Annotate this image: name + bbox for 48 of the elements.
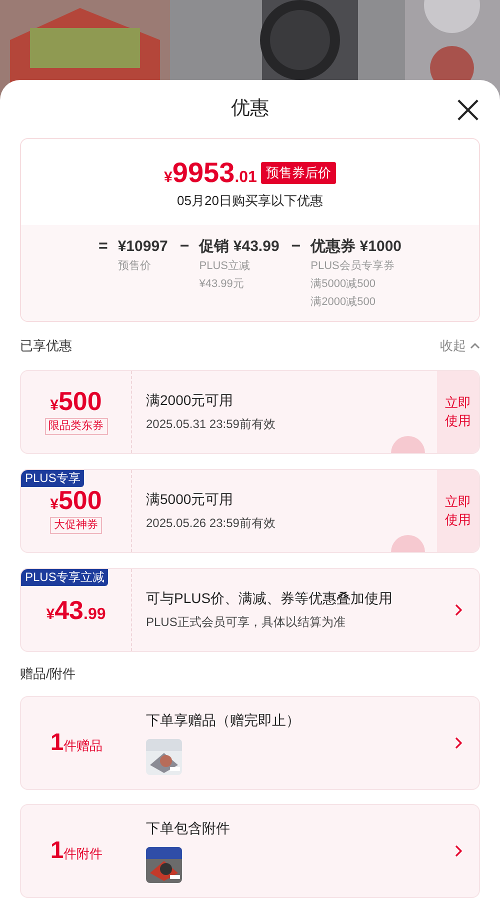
- sheet-title: 优惠: [231, 96, 269, 121]
- card-title: 下单包含附件: [146, 819, 231, 838]
- card-subtitle: 2025.05.26 23:59前有效: [146, 515, 276, 532]
- use-button[interactable]: 立即使用: [437, 370, 479, 452]
- operator: −: [180, 236, 190, 256]
- gift-card[interactable]: 1件赠品 下单享赠品（赠完即止）: [20, 696, 480, 790]
- card-subtitle: 2025.05.31 23:59前有效: [146, 416, 276, 433]
- formula-amount: 优惠券 ¥1000: [310, 236, 402, 256]
- formula-note: PLUS会员专享券: [310, 258, 396, 274]
- chevron-icon[interactable]: [454, 736, 462, 748]
- formula-note: 满5000减500: [310, 276, 376, 292]
- close-button[interactable]: [456, 98, 480, 122]
- formula-note: 满2000减500: [310, 294, 376, 310]
- coupon-tag: 大促神券: [50, 517, 102, 534]
- gift-count: 1件附件: [50, 836, 103, 866]
- operator: −: [291, 236, 301, 256]
- use-button[interactable]: 立即使用: [437, 470, 479, 552]
- amount: ¥43.99: [46, 596, 106, 622]
- coupon-tag: 限品类东券: [44, 418, 108, 435]
- amount: ¥500: [50, 487, 102, 513]
- price-badge: 预售券后价: [260, 162, 336, 184]
- section-title: 已享优惠: [20, 336, 72, 355]
- summary-subtitle: 05月20日购买享以下优惠: [177, 192, 323, 210]
- formula-note: PLUS立减: [199, 258, 251, 274]
- operator: =: [98, 236, 108, 256]
- amount: ¥9953.01: [164, 159, 257, 187]
- card-title: 下单享赠品（赠完即止）: [146, 711, 301, 730]
- card-title: 可与PLUS价、满减、券等优惠叠加使用: [146, 589, 394, 608]
- formula-amount: ¥10997: [118, 236, 168, 256]
- chevron-icon[interactable]: [454, 604, 462, 616]
- plus-badge: PLUS专享立减: [21, 568, 108, 586]
- card-subtitle: PLUS正式会员可享，具体以结算为准: [146, 614, 346, 631]
- close-icon: [456, 98, 480, 122]
- formula-note: ¥43.99元: [199, 276, 245, 292]
- chevron-icon[interactable]: [454, 844, 462, 856]
- formula-note: 预售价: [118, 258, 152, 274]
- discount-card[interactable]: PLUS专享立减 ¥43.99 可与PLUS价、满减、券等优惠叠加使用 PLUS正式会员可享，具体以结算为准: [20, 568, 480, 652]
- plus-badge: PLUS专享: [21, 470, 84, 486]
- card-title: 满2000元可用: [146, 391, 234, 410]
- gift-card[interactable]: 1件附件 下单包含附件: [20, 804, 480, 898]
- card-title: 满5000元可用: [146, 490, 234, 509]
- coupon-card[interactable]: ¥500 限品类东券 满2000元可用 2025.05.31 23:59前有效 立即使用: [20, 370, 480, 454]
- gift-count: 1件赠品: [50, 728, 103, 758]
- amount: ¥500: [50, 388, 102, 414]
- collapse-toggle[interactable]: 收起: [440, 336, 480, 356]
- section-title: 赠品/附件: [20, 664, 76, 683]
- formula-amount: 促销 ¥43.99: [199, 236, 280, 256]
- coupon-card[interactable]: PLUS专享 ¥500 大促神券 满5000元可用 2025.05.26 23:59前有效 立即使用: [20, 468, 480, 552]
